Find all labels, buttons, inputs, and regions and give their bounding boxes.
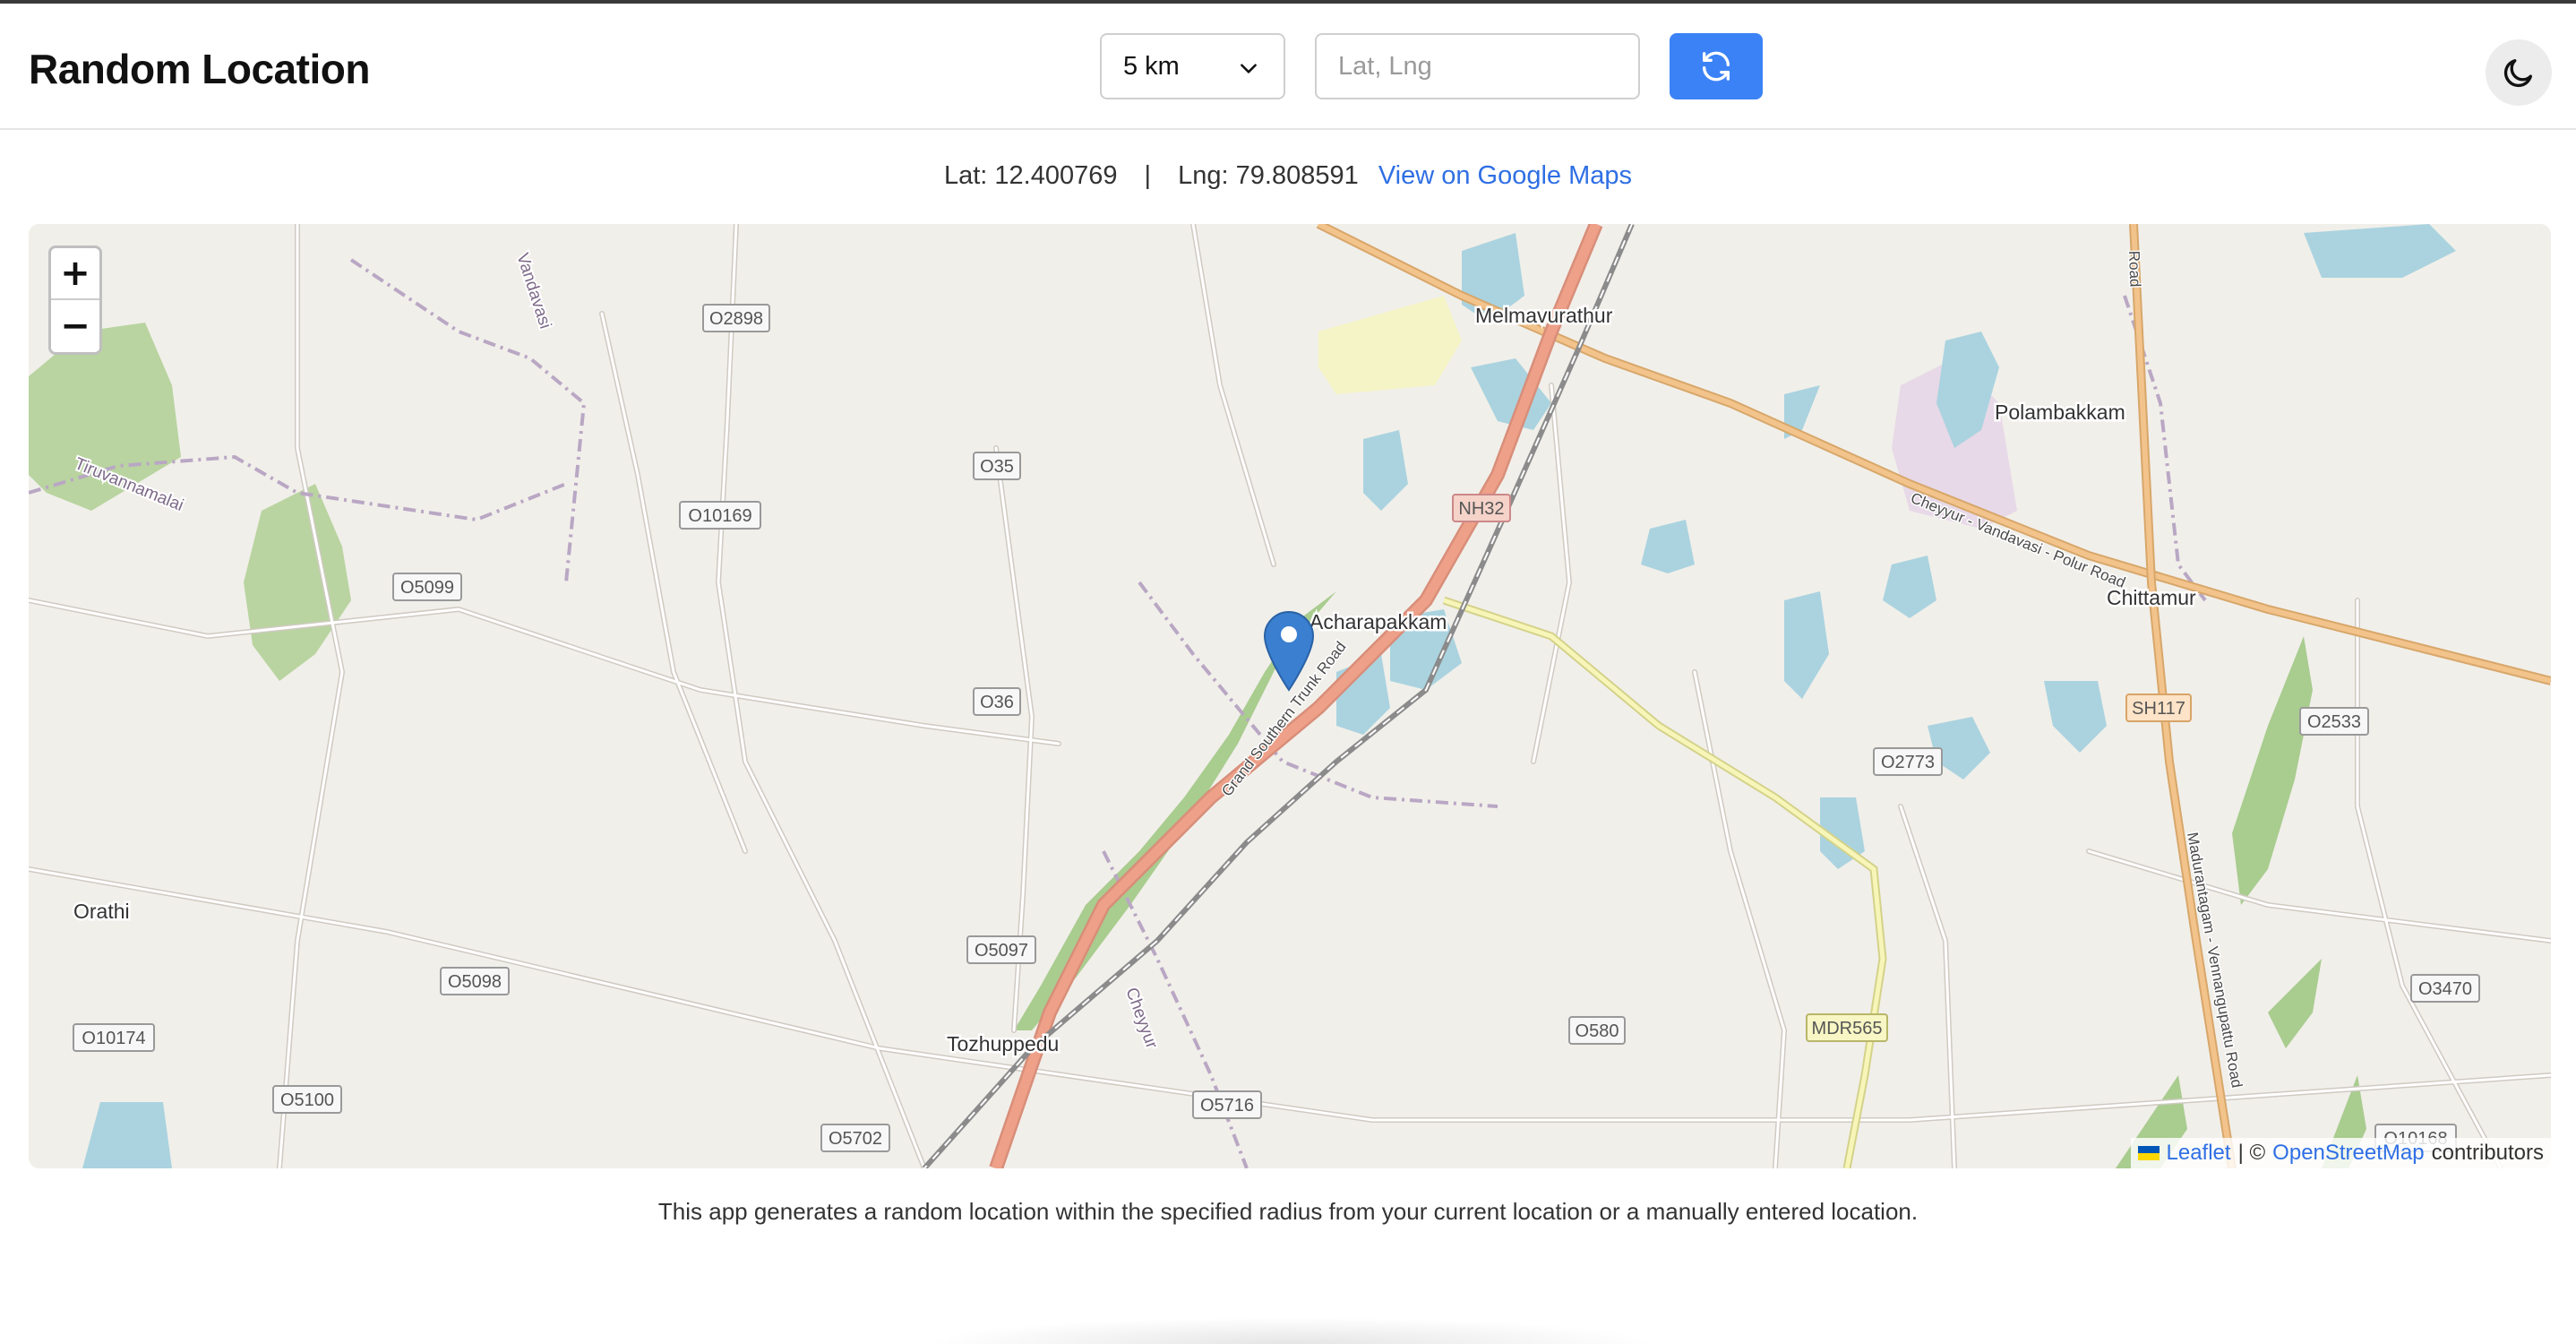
theme-toggle-button[interactable] [2486,39,2552,106]
map-view[interactable]: Melmavurathur Polambakkam Acharapakkam C… [29,224,2551,1168]
road-shield-label: O2773 [1881,753,1935,772]
zoom-in-button[interactable]: + [51,248,99,300]
place-label: Polambakkam [1995,401,2125,424]
coordinates-input[interactable] [1315,33,1640,99]
longitude-text: Lng: 79.808591 [1178,161,1359,190]
road-shield-label: O10174 [82,1029,145,1048]
app-title: Random Location [29,46,370,92]
road-shield-label: SH117 [2132,699,2185,719]
coordinates-separator: | [1144,161,1152,190]
app-header: Random Location 5 km [0,4,2576,130]
coordinates-display: Lat: 12.400769 | Lng: 79.808591 View on … [0,161,2576,191]
bottom-shadow [923,1317,1657,1344]
attribution-separator: | © [2237,1141,2266,1165]
road-shield-label: O580 [1576,1021,1619,1041]
footer-description: This app generates a random location wit… [657,1198,1919,1225]
road-shield-label: O5100 [280,1090,334,1110]
google-maps-link[interactable]: View on Google Maps [1378,161,1632,190]
road-shield-label: O10169 [688,506,751,526]
refresh-button[interactable] [1670,33,1763,99]
road-shield-label: O5716 [1200,1096,1254,1116]
road-shield-label: O35 [980,457,1014,477]
latitude-text: Lat: 12.400769 [943,161,1118,190]
zoom-control: + − [48,246,102,355]
map-attribution: Leaflet | © OpenStreetMap contributors [2130,1138,2551,1168]
ukraine-flag-icon [2137,1146,2160,1160]
map-tiles[interactable]: Melmavurathur Polambakkam Acharapakkam C… [29,224,2551,1168]
road-shield-label: O5099 [400,578,454,598]
road-shield-label: O36 [980,693,1014,712]
radius-select[interactable]: 5 km [1100,33,1285,99]
place-label: Acharapakkam [1309,610,1447,633]
road-shield-label: O2533 [2307,712,2361,732]
place-label: Tozhuppedu [947,1032,1059,1055]
radius-select-value: 5 km [1123,51,1180,81]
moon-icon [2503,59,2532,88]
place-label: Melmavurathur [1475,304,1613,327]
road-label: Road [2125,250,2143,287]
place-label: Orathi [73,900,130,923]
road-shield-label: MDR565 [1812,1019,1883,1038]
road-shield-label: O5097 [975,941,1028,961]
road-shield-label: O2898 [709,309,763,329]
attribution-contributors: contributors [2431,1141,2544,1165]
chevron-down-icon [1241,64,1257,73]
road-shield-label: O5702 [829,1129,882,1149]
zoom-out-button[interactable]: − [51,300,99,352]
road-shield-label: O5098 [448,972,502,992]
road-shield-label: NH32 [1458,499,1504,519]
road-shield-label: O3470 [2418,979,2472,999]
refresh-icon [1703,51,1730,82]
leaflet-link[interactable]: Leaflet [2167,1141,2231,1166]
openstreetmap-link[interactable]: OpenStreetMap [2272,1141,2424,1166]
